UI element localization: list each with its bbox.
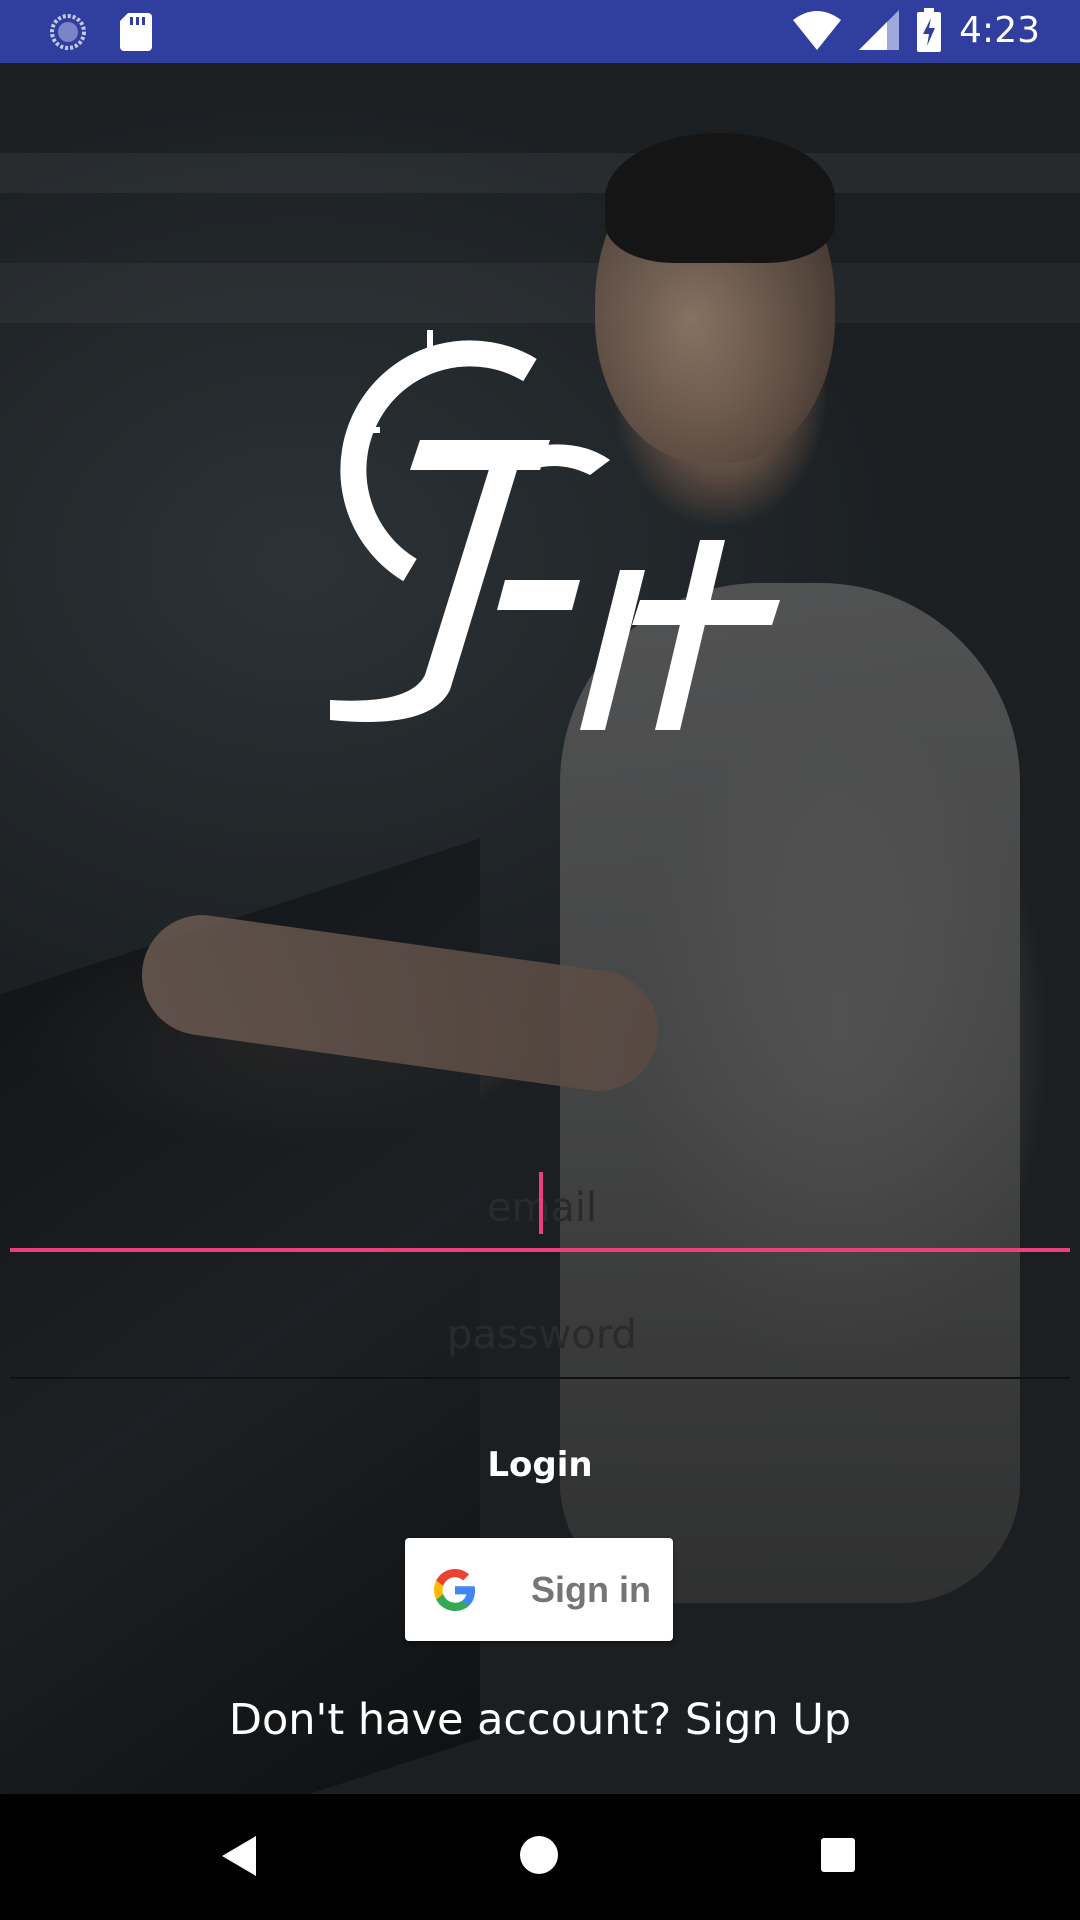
navigation-bar	[0, 1794, 1080, 1920]
google-g-icon	[434, 1568, 475, 1611]
status-left-icons	[48, 12, 152, 52]
sd-card-icon	[120, 13, 152, 51]
battery-charging-icon	[917, 8, 942, 52]
app-logo	[330, 330, 780, 730]
password-field[interactable]	[10, 1294, 1074, 1376]
sync-icon	[50, 14, 86, 50]
home-icon[interactable]	[520, 1836, 558, 1874]
google-sign-in-button[interactable]: Sign in	[405, 1538, 673, 1641]
signal-icon	[859, 10, 900, 50]
status-right-icons: 4:23	[793, 8, 1040, 52]
email-underline	[10, 1248, 1070, 1252]
login-button[interactable]: Login	[440, 1435, 640, 1495]
sign-up-link[interactable]: Don't have account? Sign Up	[0, 1695, 1080, 1745]
wifi-icon	[793, 11, 842, 50]
text-cursor	[539, 1172, 543, 1234]
back-icon[interactable]	[222, 1836, 256, 1876]
recents-icon[interactable]	[821, 1838, 855, 1872]
password-underline	[10, 1377, 1070, 1379]
google-sign-in-label: Sign in	[531, 1568, 651, 1610]
status-time: 4:23	[959, 9, 1040, 51]
status-bar: 4:23	[0, 0, 1080, 63]
